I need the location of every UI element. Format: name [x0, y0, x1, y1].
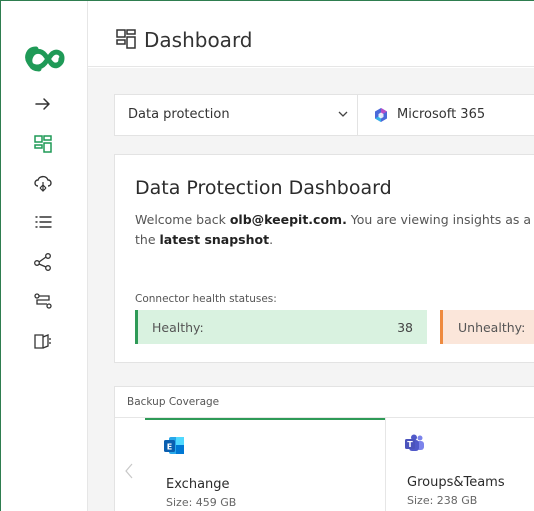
backup-coverage-title: Backup Coverage [127, 396, 220, 408]
exchange-icon: E [164, 437, 184, 454]
sidebar [1, 1, 88, 511]
overview-card: Data Protection Dashboard Welcome back o… [114, 154, 534, 363]
coverage-tile-exchange[interactable]: E Exchange Size: 459 GB [145, 418, 385, 511]
healthy-label: Healthy: [152, 320, 204, 335]
expand-sidebar-arrow-icon[interactable] [31, 92, 55, 116]
connectors-nav-icon[interactable] [31, 289, 55, 313]
unhealthy-status-card[interactable]: Unhealthy: [440, 310, 534, 344]
overview-title: Data Protection Dashboard [135, 177, 392, 199]
main-content: Data protection Microsoft 365 Data Prote… [88, 68, 534, 511]
user-email: olb@keepit.com. [229, 212, 347, 227]
unhealthy-label: Unhealthy: [458, 320, 526, 335]
health-label: Connector health statuses: [135, 293, 277, 305]
data-type-select[interactable]: Data protection [115, 95, 358, 135]
tile-name: Exchange [166, 477, 230, 492]
chevron-down-icon [338, 111, 348, 117]
backup-coverage-card: Backup Coverage E Exchange Size: 459 GB [114, 386, 534, 511]
microsoft-365-icon [375, 108, 387, 122]
page-title: Dashboard [144, 28, 253, 52]
svg-text:E: E [167, 443, 172, 452]
tenant-select-value: Microsoft 365 [397, 107, 486, 122]
data-type-select-value: Data protection [128, 107, 230, 122]
healthy-status-card[interactable]: Healthy: 38 [135, 310, 427, 344]
keepit-logo[interactable] [25, 43, 65, 75]
coverage-tile-groups-teams[interactable]: T Groups&Teams Size: 238 GB [386, 418, 534, 511]
app-window: Dashboard Data protection Microsoft 365 … [0, 0, 534, 511]
cloud-backup-nav-icon[interactable] [31, 171, 55, 195]
header: Dashboard [88, 1, 534, 67]
tile-size: Size: 238 GB [407, 494, 478, 507]
healthy-count: 38 [397, 320, 413, 335]
svg-text:T: T [407, 440, 413, 449]
folder-split-nav-icon[interactable] [31, 329, 55, 353]
tile-name: Groups&Teams [407, 475, 505, 490]
share-nav-icon[interactable] [31, 250, 55, 274]
list-nav-icon[interactable] [31, 210, 55, 234]
dashboard-title-icon [115, 28, 137, 50]
filter-bar: Data protection Microsoft 365 [114, 94, 534, 136]
teams-icon: T [405, 434, 424, 451]
latest-snapshot-link[interactable]: latest snapshot [160, 232, 270, 247]
tile-size: Size: 459 GB [166, 496, 237, 509]
chevron-left-icon[interactable] [123, 462, 135, 480]
welcome-text: Welcome back olb@keepit.com. You are vie… [135, 212, 534, 247]
dashboard-nav-icon[interactable] [31, 132, 55, 156]
